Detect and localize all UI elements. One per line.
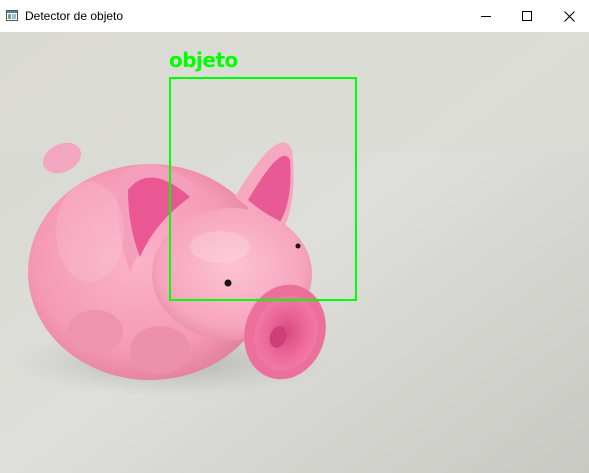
camera-view: objeto [0, 32, 589, 473]
detector-window: Detector de objeto objeto [0, 0, 589, 473]
close-icon [563, 10, 575, 22]
detection-label: objeto [169, 48, 238, 72]
window-title: Detector de objeto [25, 9, 124, 23]
app-window-icon [6, 10, 18, 21]
title-bar[interactable]: Detector de objeto [0, 0, 589, 32]
minimize-button[interactable] [464, 0, 508, 32]
maximize-icon [522, 11, 532, 21]
detection-bounding-box [169, 77, 357, 301]
minimize-icon [481, 16, 491, 17]
maximize-button[interactable] [505, 0, 549, 32]
close-button[interactable] [547, 0, 589, 32]
